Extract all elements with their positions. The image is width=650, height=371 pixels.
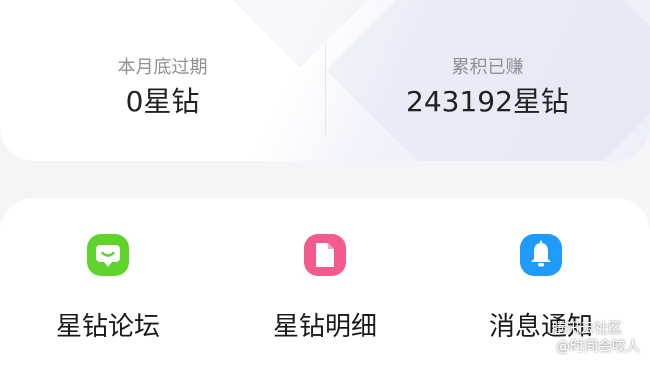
watermark: 腾讯云社区 @时间会咬人 — [552, 320, 650, 356]
forum-label: 星钻论坛 — [55, 312, 160, 342]
earned-label: 累积已赚 — [451, 57, 524, 78]
page: 本月底过期 0星钻 累积已赚 243192星钻 星钻论坛 星钻明细 消息通知 腾… — [0, 0, 650, 371]
document-icon — [304, 234, 346, 276]
bell-icon — [520, 234, 562, 276]
details-label: 星钻明细 — [272, 312, 377, 342]
expiring-stat[interactable]: 本月底过期 0星钻 — [0, 56, 325, 122]
details-entry[interactable]: 星钻明细 — [225, 234, 425, 344]
stats-card: 本月底过期 0星钻 累积已赚 243192星钻 — [0, 0, 650, 161]
forum-entry[interactable]: 星钻论坛 — [8, 234, 208, 344]
expiring-value: 0星钻 — [125, 85, 200, 118]
earned-stat[interactable]: 累积已赚 243192星钻 — [325, 56, 650, 122]
chat-bubble-icon — [87, 234, 129, 276]
watermark-line: 腾讯云社区 — [552, 321, 622, 337]
watermark-line: @时间会咬人 — [556, 339, 640, 355]
expiring-label: 本月底过期 — [117, 57, 208, 78]
earned-value: 243192星钻 — [406, 85, 569, 118]
